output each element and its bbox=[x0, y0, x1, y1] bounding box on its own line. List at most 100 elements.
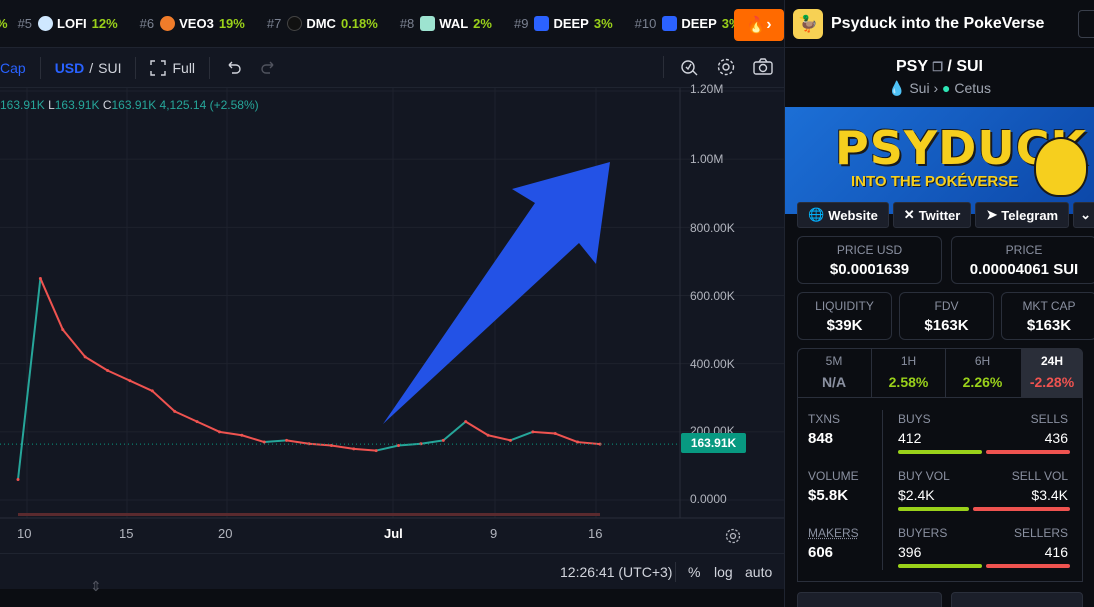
mcap-toggle[interactable]: Cap bbox=[0, 60, 26, 76]
copy-icon[interactable]: ❐ bbox=[932, 60, 943, 74]
sellers-value: 416 bbox=[1045, 544, 1068, 560]
rank-label: #8 bbox=[400, 16, 414, 31]
price-segment bbox=[555, 434, 577, 443]
chevron-down-icon: ⌄ bbox=[1080, 207, 1091, 223]
price-segment bbox=[219, 432, 241, 435]
price-segment bbox=[63, 330, 85, 357]
undo-icon[interactable] bbox=[224, 59, 242, 77]
divider bbox=[882, 410, 883, 570]
volume-value: $5.8K bbox=[808, 487, 848, 504]
token-change: 19% bbox=[219, 16, 245, 31]
resize-handle-icon[interactable]: ⇕ bbox=[90, 578, 102, 595]
rank-label: #5 bbox=[18, 16, 32, 31]
divider bbox=[209, 57, 210, 79]
price-segment bbox=[399, 444, 421, 446]
price-label: PRICE bbox=[952, 243, 1094, 257]
ticker-item[interactable]: #7 DMC 0.18% bbox=[267, 16, 378, 31]
ticker-item[interactable]: #9 DEEP 3% bbox=[514, 16, 613, 31]
telegram-link[interactable]: ➤ Telegram bbox=[975, 202, 1069, 228]
trending-fire-button[interactable]: 🔥 › bbox=[734, 9, 784, 41]
settings-icon[interactable] bbox=[716, 57, 736, 77]
y-tick-label: 400.00K bbox=[690, 357, 735, 371]
token-icon bbox=[420, 16, 435, 31]
makers-value: 606 bbox=[808, 544, 833, 561]
rank-label: #10 bbox=[635, 16, 657, 31]
price-segment bbox=[376, 445, 398, 450]
price-segment bbox=[287, 440, 309, 443]
tab-1h[interactable]: 1H 2.58% bbox=[871, 348, 945, 398]
price-point bbox=[151, 389, 154, 392]
close-button[interactable] bbox=[1078, 10, 1094, 38]
rank-label: #6 bbox=[140, 16, 154, 31]
currency-toggle[interactable]: USD / SUI bbox=[55, 60, 122, 76]
token-banner: PSYDUCK INTO THE POKÉVERSE bbox=[785, 107, 1094, 214]
ticker-item[interactable]: #5 LOFI 12% bbox=[18, 16, 118, 31]
ticker-item[interactable]: #8 WAL 2% bbox=[400, 16, 492, 31]
dex-name[interactable]: Cetus bbox=[954, 80, 991, 96]
rank-label: #9 bbox=[514, 16, 528, 31]
social-links: 🌐 Website ✕ Twitter ➤ Telegram ⌄ bbox=[797, 202, 1094, 228]
x-tick-label: 16 bbox=[588, 526, 602, 541]
ticker-item[interactable]: #6 VEO3 19% bbox=[140, 16, 245, 31]
price-point bbox=[240, 434, 243, 437]
price-point bbox=[218, 430, 221, 433]
price-point bbox=[17, 478, 20, 481]
auto-scale-button[interactable]: auto bbox=[745, 564, 772, 580]
token-change: 0.18% bbox=[341, 16, 378, 31]
percent-scale-button[interactable]: % bbox=[688, 564, 700, 580]
more-links-button[interactable]: ⌄ bbox=[1073, 202, 1094, 228]
currency-sui[interactable]: SUI bbox=[98, 60, 121, 76]
telegram-icon: ➤ bbox=[986, 207, 997, 223]
liquidity-value: $39K bbox=[798, 317, 891, 334]
change-value: 4,125.14 (+2.58%) bbox=[160, 98, 259, 112]
twitter-link[interactable]: ✕ Twitter bbox=[893, 202, 972, 228]
chart-canvas[interactable] bbox=[0, 88, 784, 553]
buys-label: BUYS bbox=[898, 412, 931, 426]
divider bbox=[135, 57, 136, 79]
tab-label: 24H bbox=[1021, 354, 1083, 368]
token-symbol: VEO3 bbox=[179, 16, 214, 31]
txns-label: TXNS bbox=[808, 412, 840, 426]
website-link[interactable]: 🌐 Website bbox=[797, 202, 889, 228]
duck-image bbox=[1034, 137, 1088, 197]
tab-6h[interactable]: 6H 2.26% bbox=[945, 348, 1019, 398]
cetus-icon: ● bbox=[942, 80, 950, 96]
buyvol-label: BUY VOL bbox=[898, 469, 950, 483]
tab-24h[interactable]: 24H -2.28% bbox=[1021, 348, 1083, 398]
price-chart[interactable]: 163.91K L163.91K C163.91K 4,125.14 (+2.5… bbox=[0, 88, 784, 558]
chain-name[interactable]: Sui bbox=[909, 80, 929, 96]
fullscreen-button[interactable]: Full bbox=[150, 60, 195, 76]
redo-icon[interactable] bbox=[260, 59, 278, 77]
axis-settings-icon[interactable] bbox=[724, 527, 742, 545]
price-value: 0.00004061 SUI bbox=[952, 261, 1094, 278]
price-usd-value: $0.0001639 bbox=[798, 261, 941, 278]
token-icon bbox=[287, 16, 302, 31]
ticker-item[interactable]: #10 DEEP 3% bbox=[635, 16, 741, 31]
camera-icon[interactable] bbox=[752, 57, 774, 77]
price-segment bbox=[242, 435, 264, 442]
price-point bbox=[285, 439, 288, 442]
price-segment bbox=[18, 278, 40, 479]
makers-label[interactable]: MAKERS bbox=[808, 526, 859, 540]
sells-value: 436 bbox=[1045, 430, 1068, 446]
token-panel: 🦆 Psyduck into the PokeVerse PSY ❐ / SUI… bbox=[784, 0, 1094, 607]
token-icon bbox=[662, 16, 677, 31]
tab-5m[interactable]: 5M N/A bbox=[797, 348, 871, 398]
trade-stats: TXNS 848 BUYS SELLS 412 436 VOLUME $5.8K… bbox=[797, 398, 1083, 582]
watchlist-button[interactable] bbox=[797, 592, 942, 607]
price-segment bbox=[197, 422, 219, 432]
y-tick-label: 600.00K bbox=[690, 289, 735, 303]
price-usd-label: PRICE USD bbox=[798, 243, 941, 257]
price-point bbox=[531, 430, 534, 433]
price-segment bbox=[130, 381, 152, 391]
currency-usd[interactable]: USD bbox=[55, 60, 85, 76]
indicator-icon[interactable] bbox=[680, 57, 700, 77]
fdv-value: $163K bbox=[900, 317, 993, 334]
alerts-button[interactable] bbox=[951, 592, 1083, 607]
log-scale-button[interactable]: log bbox=[714, 564, 733, 580]
divider bbox=[675, 562, 676, 582]
token-icon bbox=[160, 16, 175, 31]
chart-bottom-bar: 12:26:41 (UTC+3) % log auto bbox=[0, 553, 784, 589]
y-tick-label: 1.20M bbox=[690, 82, 723, 96]
fullscreen-label: Full bbox=[172, 60, 195, 76]
